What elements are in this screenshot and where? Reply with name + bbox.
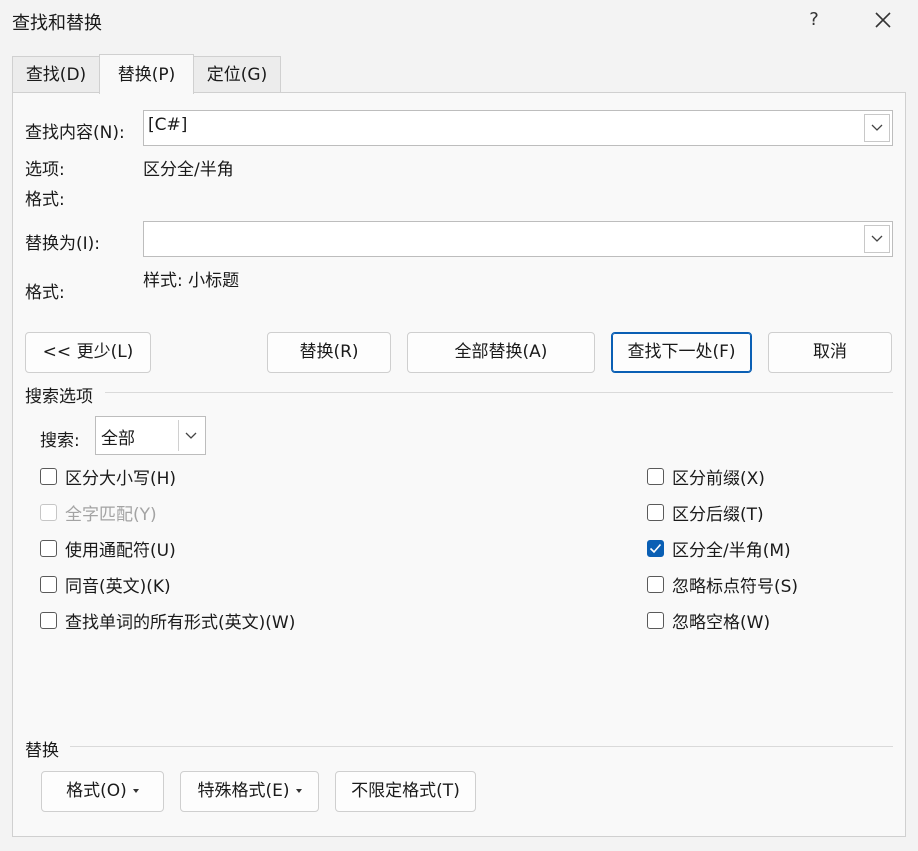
checkbox-box[interactable] <box>40 611 57 629</box>
search-options-divider <box>105 392 893 393</box>
checkbox-ignore-punctuation[interactable]: 忽略标点符号(S) <box>647 572 799 597</box>
checkbox-match-case[interactable]: 区分大小写(H) <box>40 464 177 489</box>
checkbox-match-prefix[interactable]: 区分前缀(X) <box>647 464 765 489</box>
checkbox-box[interactable] <box>647 503 664 521</box>
format-button[interactable]: 格式(O) <box>41 771 164 812</box>
less-button[interactable]: << 更少(L) <box>25 332 151 373</box>
checkbox-label: 全字匹配(Y) <box>65 504 157 525</box>
checkbox-match-suffix[interactable]: 区分后缀(T) <box>647 500 764 525</box>
find-history-dropdown[interactable] <box>864 114 890 142</box>
caret-down-icon <box>132 789 139 793</box>
tab-goto[interactable]: 定位(G) <box>193 56 281 92</box>
checkbox-label: 查找单词的所有形式(英文)(W) <box>65 612 296 633</box>
checkbox-label: 区分前缀(X) <box>672 468 765 489</box>
caret-down-icon <box>295 789 302 793</box>
tab-replace[interactable]: 替换(P) <box>99 54 194 94</box>
search-direction-dropdown[interactable] <box>178 420 203 451</box>
checkbox-box[interactable] <box>40 575 57 593</box>
checkmark-icon <box>649 543 662 553</box>
checkbox-sounds-like[interactable]: 同音(英文)(K) <box>40 572 171 597</box>
tab-find[interactable]: 查找(D) <box>12 56 100 92</box>
replace-format-label: 格式: <box>25 283 65 303</box>
checkbox-label: 忽略空格(W) <box>672 612 771 633</box>
close-button[interactable] <box>866 6 900 34</box>
search-direction-value: 全部 <box>101 429 135 449</box>
checkbox-all-word-forms[interactable]: 查找单词的所有形式(英文)(W) <box>40 608 296 633</box>
dialog-title: 查找和替换 <box>12 13 102 34</box>
checkbox-box[interactable] <box>647 539 664 557</box>
checkbox-box[interactable] <box>647 611 664 629</box>
find-next-button[interactable]: 查找下一处(F) <box>611 332 752 373</box>
checkbox-label: 区分后缀(T) <box>672 504 764 525</box>
checkbox-label: 忽略标点符号(S) <box>672 576 799 597</box>
find-what-input[interactable]: [C#] <box>143 110 893 146</box>
checkbox-label: 同音(英文)(K) <box>65 576 171 597</box>
replace-section-title: 替换 <box>25 741 59 761</box>
checkbox-box[interactable] <box>40 539 57 557</box>
checkbox-label: 区分全/半角(M) <box>672 540 791 561</box>
no-formatting-button[interactable]: 不限定格式(T) <box>335 771 476 812</box>
chevron-down-icon <box>185 432 197 439</box>
chevron-down-icon <box>871 235 883 242</box>
close-icon <box>875 12 891 28</box>
find-format-label: 格式: <box>25 190 65 210</box>
replace-format-value: 样式: 小标题 <box>143 271 240 291</box>
replace-history-dropdown[interactable] <box>864 225 890 253</box>
checkbox-box[interactable] <box>647 575 664 593</box>
checkbox-label: 区分大小写(H) <box>65 468 177 489</box>
replace-all-button[interactable]: 全部替换(A) <box>407 332 595 373</box>
search-direction-label: 搜索: <box>40 431 80 451</box>
find-what-label: 查找内容(N): <box>25 123 125 143</box>
replace-button[interactable]: 替换(R) <box>267 332 391 373</box>
checkbox-match-width[interactable]: 区分全/半角(M) <box>647 536 791 561</box>
cancel-button[interactable]: 取消 <box>768 332 892 373</box>
checkbox-wildcards[interactable]: 使用通配符(U) <box>40 536 176 561</box>
help-button[interactable]: ? <box>800 6 828 34</box>
find-options-label: 选项: <box>25 160 65 180</box>
checkbox-ignore-whitespace[interactable]: 忽略空格(W) <box>647 608 771 633</box>
special-format-button[interactable]: 特殊格式(E) <box>180 771 319 812</box>
checkbox-box <box>40 503 57 521</box>
search-options-title: 搜索选项 <box>25 387 93 407</box>
replace-with-input[interactable] <box>143 221 893 257</box>
chevron-down-icon <box>871 124 883 131</box>
checkbox-box[interactable] <box>647 467 664 485</box>
title-bar: 查找和替换 ? <box>0 0 918 42</box>
format-button-label: 格式(O) <box>66 781 127 801</box>
checkbox-label: 使用通配符(U) <box>65 540 176 561</box>
find-options-value: 区分全/半角 <box>143 160 234 180</box>
checkbox-whole-word: 全字匹配(Y) <box>40 500 157 525</box>
replace-with-label: 替换为(I): <box>25 234 101 254</box>
checkbox-box[interactable] <box>40 467 57 485</box>
find-what-value: [C#] <box>148 115 188 135</box>
search-direction-select[interactable]: 全部 <box>95 416 206 455</box>
special-format-button-label: 特殊格式(E) <box>197 781 290 801</box>
replace-section-divider <box>70 746 893 747</box>
